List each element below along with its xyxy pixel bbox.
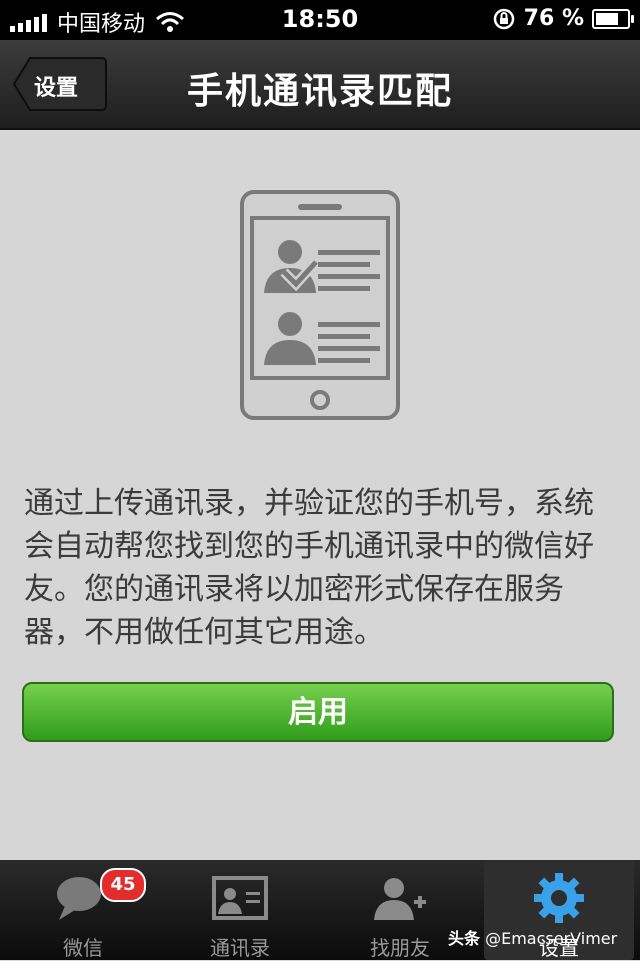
tab-label: 通讯录 [210, 936, 270, 960]
main-content: 通过上传通讯录，并验证您的手机号，系统会自动帮您找到您的手机通讯录中的微信好友。… [0, 130, 640, 860]
battery-icon [592, 8, 634, 29]
gear-icon [534, 873, 584, 923]
page-title: 手机通讯录匹配 [186, 71, 453, 112]
description-text: 通过上传通讯录，并验证您的手机号，系统会自动帮您找到您的手机通讯录中的微信好友。… [24, 486, 594, 650]
watermark-handle: @EmacserVimer [485, 929, 618, 948]
unread-badge: 45 [100, 868, 146, 902]
tab-contacts[interactable]: 通讯录 [165, 860, 315, 960]
contacts-card-icon [212, 876, 268, 920]
add-friend-icon [374, 878, 426, 920]
tab-wechat[interactable]: 45 微信 [8, 860, 158, 960]
status-bar: 中国移动 18:50 76 % [0, 0, 640, 40]
watermark: 头条 @EmacserVimer [448, 925, 617, 949]
rotation-lock-icon [493, 8, 514, 29]
navigation-bar: 设置 手机通讯录匹配 [0, 40, 640, 130]
enable-button[interactable]: 启用 [22, 682, 614, 742]
battery-percent: 76 % [523, 6, 584, 31]
tab-label: 微信 [63, 936, 103, 960]
watermark-brand: 头条 [448, 929, 481, 948]
status-right: 76 % [492, 6, 634, 31]
phone-contacts-illustration [240, 190, 400, 420]
